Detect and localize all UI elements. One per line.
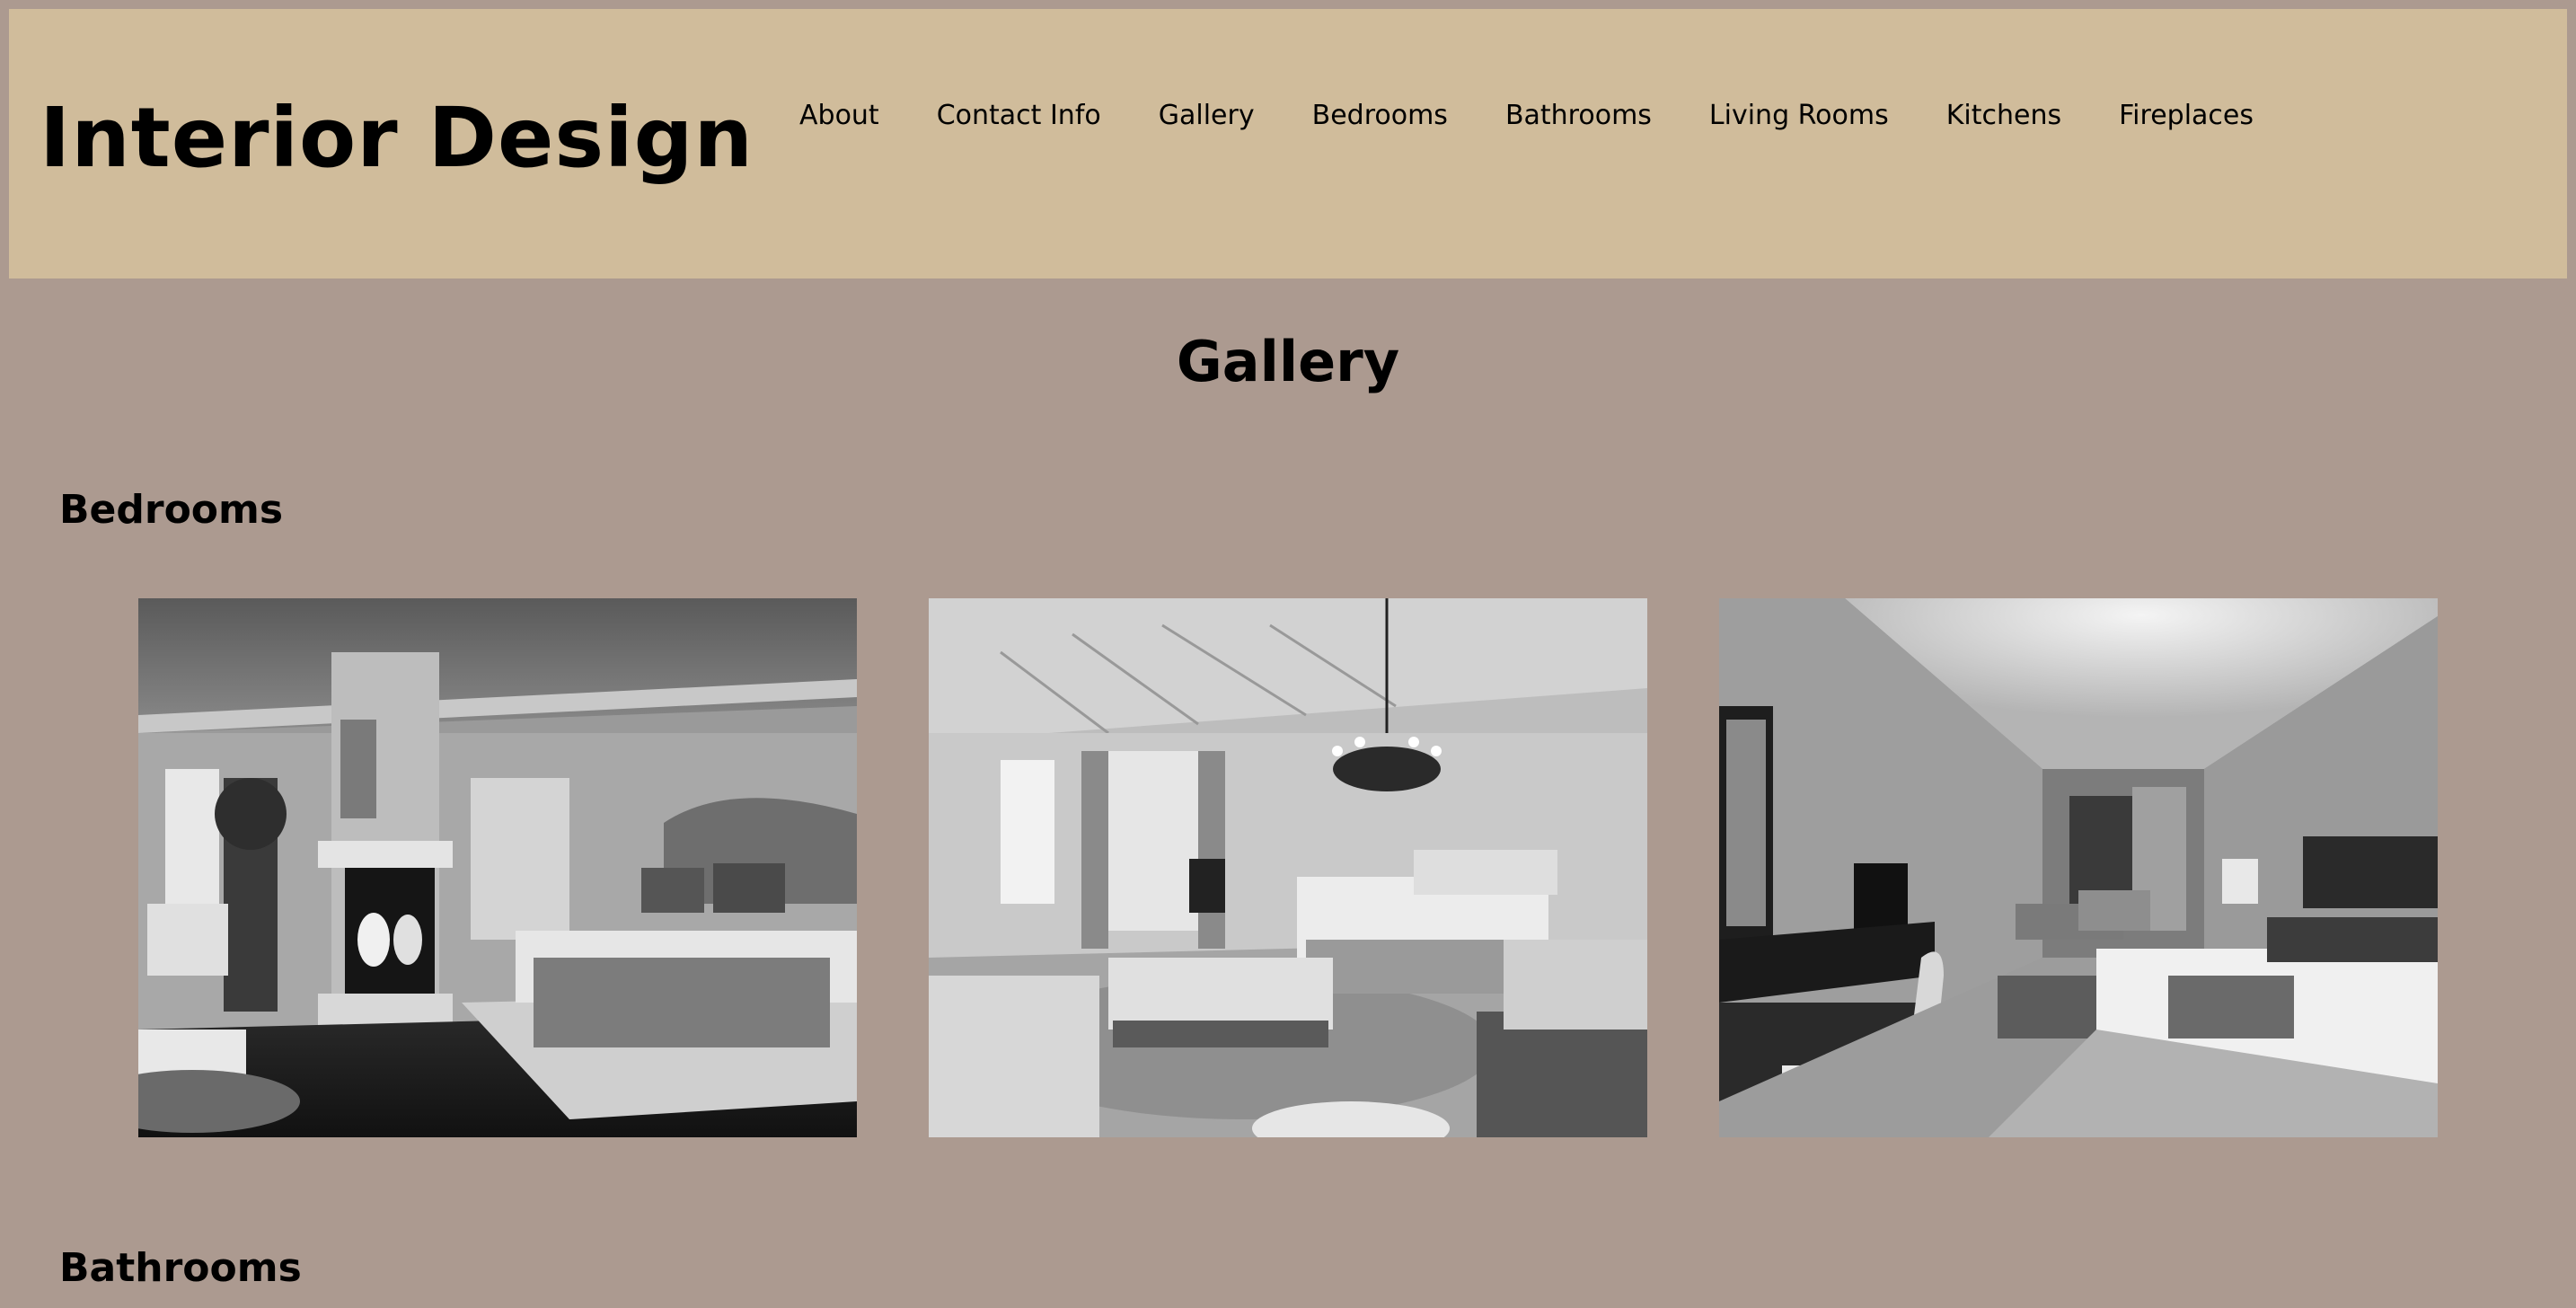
nav-link-living-rooms[interactable]: Living Rooms	[1709, 102, 1889, 129]
nav-link-kitchens[interactable]: Kitchens	[1946, 102, 2061, 129]
bedroom-photo-1-image	[138, 598, 857, 1137]
nav-link-about[interactable]: About	[799, 102, 879, 129]
bedroom-photo-3-image	[1719, 598, 2438, 1137]
nav-link-contact-info[interactable]: Contact Info	[937, 102, 1101, 129]
main-nav: About Contact Info Gallery Bedrooms Bath…	[799, 102, 2254, 129]
nav-link-fireplaces[interactable]: Fireplaces	[2119, 102, 2254, 129]
bedroom-photo-3[interactable]	[1719, 598, 2438, 1137]
bedroom-photo-1[interactable]	[138, 598, 857, 1137]
site-title: Interior Design	[40, 90, 754, 186]
bedroom-photo-2-image	[929, 598, 1647, 1137]
nav-link-gallery[interactable]: Gallery	[1159, 102, 1255, 129]
section-heading-bathrooms: Bathrooms	[59, 1245, 302, 1291]
page-heading: Gallery	[1176, 329, 1400, 394]
nav-link-bathrooms[interactable]: Bathrooms	[1505, 102, 1652, 129]
bedroom-photo-2[interactable]	[929, 598, 1647, 1137]
section-heading-bedrooms: Bedrooms	[59, 487, 284, 533]
site-header: Interior Design About Contact Info Galle…	[9, 9, 2567, 278]
nav-link-bedrooms[interactable]: Bedrooms	[1312, 102, 1448, 129]
page: Interior Design About Contact Info Galle…	[0, 0, 2576, 1308]
